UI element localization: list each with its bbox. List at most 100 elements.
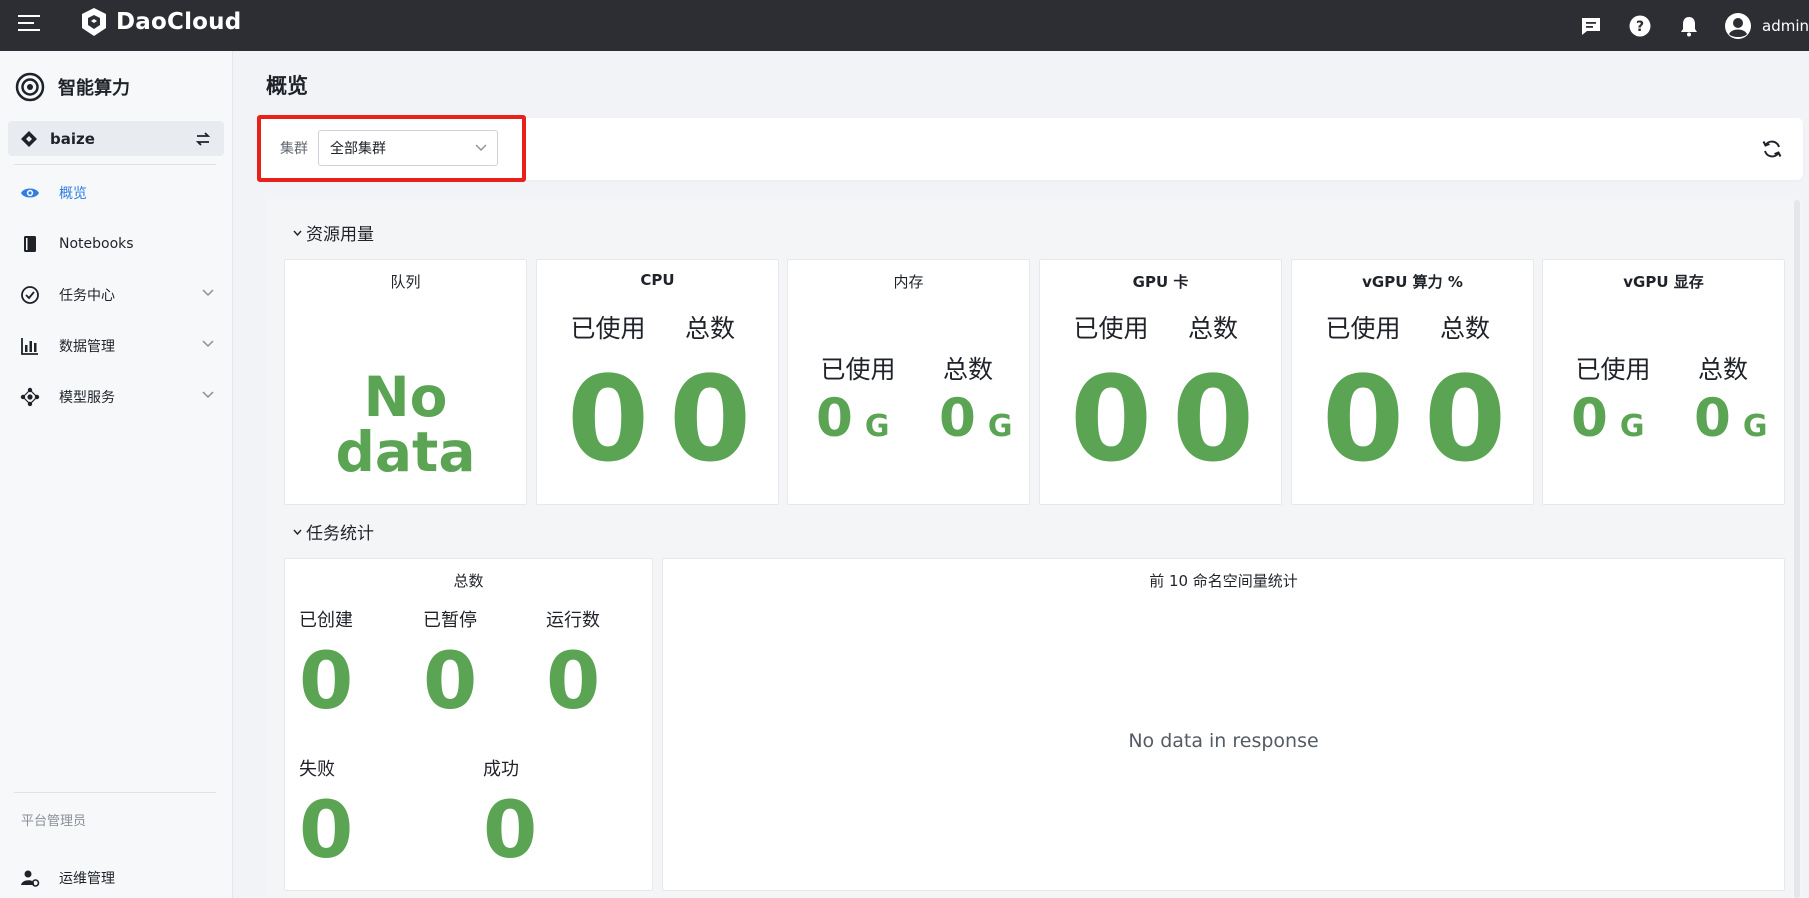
cpu-used-value: 0 bbox=[566, 350, 650, 488]
vgpu-memory-used-label: 已使用 bbox=[1575, 355, 1651, 384]
data-chart-icon bbox=[20, 336, 40, 356]
user-menu[interactable]: admin bbox=[1724, 12, 1809, 40]
sidebar-footer-divider bbox=[14, 792, 216, 793]
sidebar-item-ops-management[interactable]: 运维管理 bbox=[0, 852, 232, 898]
section-task-stats[interactable]: 任务统计 bbox=[293, 519, 374, 544]
sidebar-item-label: Notebooks bbox=[59, 235, 134, 252]
vgpu-compute-used-label: 已使用 bbox=[1325, 314, 1401, 343]
chevron-down-icon bbox=[202, 289, 214, 297]
sidebar-item-label: 任务中心 bbox=[59, 287, 115, 304]
card-title: vGPU 算力 % bbox=[1362, 273, 1463, 291]
running-label: 运行数 bbox=[546, 610, 600, 631]
cpu-total-label: 总数 bbox=[684, 314, 735, 343]
brand-name: DaoCloud bbox=[116, 9, 242, 35]
card-title: 内存 bbox=[893, 273, 924, 291]
paused-label: 已暂停 bbox=[423, 610, 477, 631]
app-title-text: 智能算力 bbox=[58, 78, 130, 99]
value-unit: G bbox=[1619, 409, 1645, 444]
no-data-message: No data in response bbox=[1128, 730, 1319, 752]
sidebar: 智能算力 baize 概览 Notebooks 任务中心 数据管理 模型服务 平… bbox=[0, 51, 233, 898]
sidebar-nav: 概览 Notebooks 任务中心 数据管理 模型服务 bbox=[0, 167, 232, 422]
section-resource-usage[interactable]: 资源用量 bbox=[293, 220, 374, 245]
cluster-select-value: 全部集群 bbox=[330, 141, 386, 157]
chevron-down-icon bbox=[202, 340, 214, 348]
sidebar-ops: 运维管理 bbox=[0, 852, 232, 898]
memory-total-value: 0G bbox=[939, 392, 1013, 445]
cpu-used-label: 已使用 bbox=[570, 314, 646, 343]
sidebar-item-notebooks[interactable]: Notebooks bbox=[0, 218, 232, 269]
memory-used-value: 0G bbox=[816, 392, 890, 445]
top-bar: DaoCloud ? admin bbox=[0, 0, 1809, 51]
success-label: 成功 bbox=[483, 759, 519, 780]
vgpu-compute-total-label: 总数 bbox=[1439, 314, 1490, 343]
section-title-text: 资源用量 bbox=[306, 225, 374, 245]
notebook-icon bbox=[20, 234, 40, 254]
bell-icon[interactable] bbox=[1675, 12, 1703, 40]
card-title: 总数 bbox=[453, 572, 484, 590]
sidebar-item-data-management[interactable]: 数据管理 bbox=[0, 320, 232, 371]
page-title: 概览 bbox=[266, 74, 308, 98]
workspace-icon bbox=[21, 130, 37, 147]
success-value: 0 bbox=[483, 786, 538, 876]
help-icon[interactable]: ? bbox=[1626, 12, 1654, 40]
value-number: 0 bbox=[1571, 388, 1608, 449]
memory-total-label: 总数 bbox=[942, 355, 993, 384]
vgpu-memory-total-value: 0G bbox=[1694, 392, 1768, 445]
cluster-select[interactable]: 全部集群 bbox=[318, 130, 498, 166]
vgpu-memory-total-label: 总数 bbox=[1697, 355, 1748, 384]
memory-card: 内存 已使用 总数 0G 0G bbox=[787, 259, 1030, 505]
queue-no-data: No data bbox=[335, 365, 476, 484]
namespace-top10-card: 前 10 命名空间量统计 No data in response bbox=[662, 558, 1785, 891]
value-number: 0 bbox=[1694, 388, 1731, 449]
sidebar-item-label: 运维管理 bbox=[59, 870, 115, 887]
value-number: 0 bbox=[816, 388, 853, 449]
eye-icon bbox=[20, 183, 40, 203]
target-icon bbox=[15, 72, 45, 102]
gpu-total-label: 总数 bbox=[1187, 314, 1238, 343]
task-check-icon bbox=[20, 285, 40, 305]
chevron-down-icon bbox=[202, 391, 214, 399]
brand-logo[interactable]: DaoCloud bbox=[78, 6, 241, 38]
sidebar-item-label: 数据管理 bbox=[59, 338, 115, 355]
sidebar-footer-label: 平台管理员 bbox=[21, 814, 87, 829]
card-title: 前 10 命名空间量统计 bbox=[1149, 572, 1298, 590]
top-right-actions: ? admin bbox=[1577, 0, 1809, 51]
running-value: 0 bbox=[546, 637, 601, 727]
message-icon[interactable] bbox=[1577, 12, 1605, 40]
value-number: 0 bbox=[939, 388, 976, 449]
switch-icon[interactable] bbox=[194, 130, 212, 148]
chevron-down-icon bbox=[475, 144, 487, 151]
section-title-text: 任务统计 bbox=[306, 524, 374, 544]
sidebar-item-model-service[interactable]: 模型服务 bbox=[0, 371, 232, 422]
value-unit: G bbox=[864, 409, 890, 444]
hamburger-icon[interactable] bbox=[18, 14, 40, 32]
sidebar-divider bbox=[14, 164, 216, 165]
model-service-icon bbox=[20, 387, 40, 407]
workspace-name: baize bbox=[50, 129, 95, 148]
sidebar-item-task-center[interactable]: 任务中心 bbox=[0, 269, 232, 320]
created-value: 0 bbox=[299, 637, 354, 727]
gpu-used-label: 已使用 bbox=[1073, 314, 1149, 343]
gpu-total-value: 0 bbox=[1171, 350, 1255, 488]
paused-value: 0 bbox=[423, 637, 478, 727]
svg-text:?: ? bbox=[1636, 19, 1644, 35]
scrollbar[interactable] bbox=[1794, 200, 1800, 898]
username: admin bbox=[1762, 16, 1809, 35]
value-unit: G bbox=[1742, 409, 1768, 444]
user-avatar-icon bbox=[1725, 12, 1751, 39]
cpu-card: CPU 已使用 总数 0 0 bbox=[536, 259, 779, 505]
refresh-icon[interactable] bbox=[1760, 137, 1784, 161]
cpu-total-value: 0 bbox=[668, 350, 752, 488]
vgpu-compute-total-value: 0 bbox=[1423, 350, 1507, 488]
queue-card: 队列 No data bbox=[284, 259, 527, 505]
vgpu-memory-used-value: 0G bbox=[1571, 392, 1645, 445]
vgpu-memory-card: vGPU 显存 已使用 总数 0G 0G bbox=[1542, 259, 1785, 505]
gpu-card: GPU 卡 已使用 总数 0 0 bbox=[1039, 259, 1282, 505]
sidebar-item-label: 模型服务 bbox=[59, 389, 115, 406]
sidebar-item-overview[interactable]: 概览 bbox=[0, 167, 232, 218]
daocloud-logo-icon bbox=[82, 8, 106, 36]
card-title: vGPU 显存 bbox=[1623, 273, 1704, 291]
card-title: GPU 卡 bbox=[1132, 273, 1189, 291]
workspace-switcher[interactable]: baize bbox=[8, 121, 224, 156]
cluster-filter-label: 集群 bbox=[280, 141, 308, 157]
